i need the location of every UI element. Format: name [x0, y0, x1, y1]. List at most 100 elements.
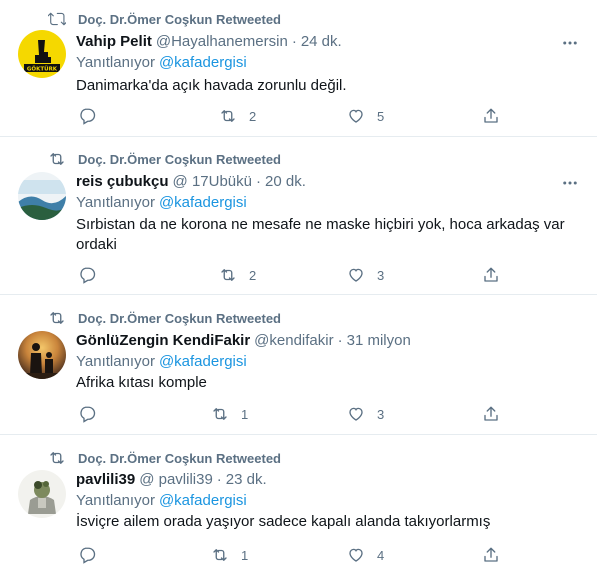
retweeter-label[interactable]: Doç. Dr.Ömer Coşkun Retweeted — [78, 451, 281, 466]
retweet-count: 1 — [241, 406, 249, 422]
retweet-icon — [48, 150, 66, 168]
retweet-icon — [48, 10, 66, 28]
replying-to-label: Yanıtlanıyor — [76, 353, 155, 370]
tweet-text: Afrika kıtası komple — [76, 374, 207, 391]
share-icon — [482, 546, 500, 564]
reply-button[interactable] — [78, 265, 96, 285]
tweet-header: Vahip Pelit @Hayalhanemersin · 24 dk. — [76, 33, 342, 51]
tweet-feed: Doç. Dr.Ömer Coşkun Retweeted GÖKTÜRK Va… — [0, 0, 597, 575]
mention-link[interactable]: @kafadergisi — [159, 54, 247, 71]
display-name[interactable]: reis çubukçu — [76, 173, 169, 191]
action-bar: 2 3 — [76, 265, 597, 285]
retweet-count: 1 — [241, 547, 249, 563]
timestamp[interactable]: 31 milyon — [347, 332, 411, 350]
retweeter-label[interactable]: Doç. Dr.Ömer Coşkun Retweeted — [78, 152, 281, 167]
heart-icon — [347, 107, 365, 125]
like-button[interactable]: 3 — [347, 265, 384, 285]
like-button[interactable]: 3 — [347, 404, 384, 424]
replying-to: Yanıtlanıyor @kafadergisi — [76, 54, 247, 71]
user-handle[interactable]: @ 17Ubükü — [173, 173, 252, 191]
retweeter-label[interactable]: Doç. Dr.Ömer Coşkun Retweeted — [78, 12, 281, 27]
retweet-button[interactable]: 1 — [211, 545, 248, 565]
more-icon[interactable] — [561, 174, 579, 192]
mention-link[interactable]: @kafadergisi — [159, 353, 247, 370]
reply-button[interactable] — [78, 545, 96, 565]
retweet-context: Doç. Dr.Ömer Coşkun Retweeted — [48, 309, 281, 327]
more-icon[interactable] — [561, 34, 579, 52]
like-count: 3 — [377, 406, 385, 422]
display-name[interactable]: Vahip Pelit — [76, 33, 152, 51]
separator-dot: · — [291, 33, 297, 50]
mention-link[interactable]: @kafadergisi — [159, 194, 247, 211]
share-button[interactable] — [482, 106, 500, 126]
retweet-icon — [48, 309, 66, 327]
retweet-context: Doç. Dr.Ömer Coşkun Retweeted — [48, 449, 281, 467]
avatar[interactable] — [18, 331, 66, 379]
reply-icon — [78, 405, 96, 423]
avatar[interactable] — [18, 470, 66, 518]
like-button[interactable]: 5 — [347, 106, 384, 126]
share-icon — [482, 266, 500, 284]
retweet-icon — [48, 449, 66, 467]
action-bar: 1 3 — [76, 404, 597, 424]
separator-dot: · — [337, 332, 343, 349]
retweet-button[interactable]: 2 — [219, 106, 256, 126]
replying-to-label: Yanıtlanıyor — [76, 492, 155, 509]
retweet-context: Doç. Dr.Ömer Coşkun Retweeted — [48, 10, 281, 28]
like-count: 5 — [377, 108, 385, 124]
replying-to-label: Yanıtlanıyor — [76, 194, 155, 211]
timestamp[interactable]: 24 dk. — [301, 33, 342, 51]
heart-icon — [347, 405, 365, 423]
share-button[interactable] — [482, 265, 500, 285]
retweet-count: 2 — [249, 267, 257, 283]
reply-icon — [78, 107, 96, 125]
mention-link[interactable]: @kafadergisi — [159, 492, 247, 509]
tweet-text: Sırbistan da ne korona ne mesafe ne mask… — [76, 216, 565, 253]
reply-button[interactable] — [78, 106, 96, 126]
replying-to: Yanıtlanıyor @kafadergisi — [76, 194, 247, 211]
tweet[interactable]: Doç. Dr.Ömer Coşkun Retweeted GönlüZengi… — [0, 295, 597, 435]
share-button[interactable] — [482, 545, 500, 565]
avatar[interactable]: GÖKTÜRK — [18, 30, 66, 78]
svg-text:GÖKTÜRK: GÖKTÜRK — [27, 66, 58, 73]
action-bar: 1 4 — [76, 545, 597, 565]
timestamp[interactable]: 23 dk. — [226, 471, 267, 489]
reply-icon — [78, 546, 96, 564]
tweet[interactable]: Doç. Dr.Ömer Coşkun Retweeted reis çubuk… — [0, 137, 597, 295]
display-name[interactable]: pavlili39 — [76, 471, 135, 489]
user-handle[interactable]: @ pavlili39 — [139, 471, 213, 489]
replying-to-label: Yanıtlanıyor — [76, 54, 155, 71]
like-button[interactable]: 4 — [347, 545, 384, 565]
heart-icon — [347, 546, 365, 564]
retweet-button[interactable]: 2 — [219, 265, 256, 285]
retweet-icon — [211, 405, 229, 423]
retweet-icon — [219, 266, 237, 284]
like-count: 4 — [377, 547, 385, 563]
reply-icon — [78, 266, 96, 284]
share-icon — [482, 405, 500, 423]
heart-icon — [347, 266, 365, 284]
share-button[interactable] — [482, 404, 500, 424]
reply-button[interactable] — [78, 404, 96, 424]
tweet-header: pavlili39 @ pavlili39 · 23 dk. — [76, 471, 267, 489]
share-icon — [482, 107, 500, 125]
display-name[interactable]: GönlüZengin KendiFakir — [76, 332, 250, 350]
replying-to: Yanıtlanıyor @kafadergisi — [76, 492, 247, 509]
separator-dot: · — [256, 173, 261, 190]
user-handle[interactable]: @kendifakir — [254, 332, 333, 350]
tweet[interactable]: Doç. Dr.Ömer Coşkun Retweeted pavlili39 … — [0, 435, 597, 575]
like-count: 3 — [377, 267, 385, 283]
tweet[interactable]: Doç. Dr.Ömer Coşkun Retweeted GÖKTÜRK Va… — [0, 0, 597, 137]
retweet-icon — [219, 107, 237, 125]
replying-to: Yanıtlanıyor @kafadergisi — [76, 353, 247, 370]
action-bar: 2 5 — [76, 106, 597, 126]
timestamp[interactable]: 20 dk. — [265, 173, 306, 191]
tweet-header: reis çubukçu @ 17Ubükü · 20 dk. — [76, 173, 306, 191]
avatar[interactable] — [18, 172, 66, 220]
retweet-context: Doç. Dr.Ömer Coşkun Retweeted — [48, 150, 281, 168]
user-handle[interactable]: @Hayalhanemersin — [156, 33, 288, 51]
retweet-button[interactable]: 1 — [211, 404, 248, 424]
retweet-icon — [211, 546, 229, 564]
retweeter-label[interactable]: Doç. Dr.Ömer Coşkun Retweeted — [78, 311, 281, 326]
tweet-header: GönlüZengin KendiFakir @kendifakir · 31 … — [76, 332, 411, 350]
